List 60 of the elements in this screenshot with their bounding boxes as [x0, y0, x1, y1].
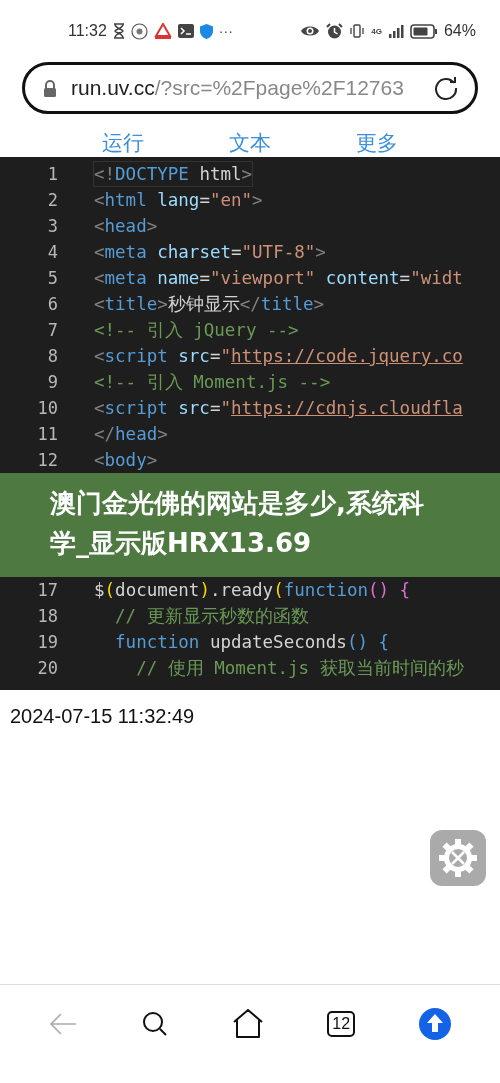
- code-line: <script src="https://cdnjs.cloudfla: [94, 397, 463, 420]
- battery-icon: [409, 23, 438, 39]
- code-line: <meta name="viewport" content="widt: [94, 267, 463, 290]
- network-type: 4G: [371, 26, 382, 36]
- line-number: 12: [36, 450, 58, 470]
- title-banner: 澳门金光佛的网站是多少,系统科学_显示版HRX13.69: [0, 473, 500, 577]
- code-line: <html lang="en">: [94, 189, 263, 212]
- shield-icon: [199, 23, 213, 39]
- toolbar-tab[interactable]: 更多: [351, 128, 402, 157]
- triangle-icon: [153, 23, 172, 39]
- code-line: <!DOCTYPE html>: [94, 162, 253, 186]
- line-number: 6: [46, 294, 58, 314]
- line-number: 1: [46, 164, 58, 184]
- line-number: 4: [46, 242, 58, 262]
- code-line: <meta charset="UTF-8">: [94, 241, 326, 264]
- upload-button[interactable]: [418, 1007, 453, 1041]
- search-button[interactable]: [140, 1010, 169, 1038]
- line-number: 11: [36, 424, 58, 444]
- code-line: // 更新显示秒数的函数: [114, 605, 309, 628]
- code-line: <body>: [94, 449, 158, 472]
- line-number: 10: [36, 398, 58, 418]
- battery-percent: 64%: [443, 22, 476, 40]
- home-button[interactable]: [231, 1009, 264, 1039]
- line-number: 9: [46, 372, 58, 392]
- settings-icon: [436, 836, 480, 880]
- code-line: <script src="https://code.jquery.co: [94, 345, 463, 368]
- line-number: 18: [36, 606, 58, 626]
- code-line: $(document).ready(function() {: [94, 579, 411, 602]
- terminal-icon: [177, 24, 194, 38]
- line-number: 17: [36, 580, 58, 600]
- line-number: 3: [46, 216, 58, 236]
- url-text: run.uv.cc/?src=%2Fpage%2F12763: [71, 76, 405, 100]
- code-line: function updateSeconds() {: [114, 631, 390, 654]
- code-line: </head>: [94, 423, 168, 446]
- line-number: 5: [46, 268, 58, 288]
- line-number: 19: [36, 632, 58, 652]
- signal-icon: [387, 24, 404, 38]
- vibrate-icon: [349, 23, 366, 39]
- code-line: <!-- 引入 Moment.js -->: [94, 371, 331, 394]
- address-bar[interactable]: run.uv.cc/?src=%2Fpage%2F12763: [22, 62, 478, 114]
- badge-icon: [130, 22, 148, 40]
- output-text: 2024-07-15 11:32:49: [9, 704, 196, 729]
- eye-icon: [300, 24, 321, 38]
- alarm-icon: [326, 22, 344, 40]
- code-line: <head>: [94, 215, 158, 238]
- hourglass-icon: [112, 23, 125, 39]
- code-line: // 使用 Moment.js 获取当前时间的秒: [135, 657, 464, 680]
- line-number: 7: [46, 320, 58, 340]
- reload-icon[interactable]: [433, 75, 459, 101]
- line-number: 20: [36, 658, 58, 678]
- toolbar-tab[interactable]: 文本: [225, 128, 275, 157]
- lock-icon: [43, 79, 57, 97]
- line-number: 2: [46, 190, 58, 210]
- more-notifications: ···: [218, 23, 233, 39]
- code-line: <title>秒钟显示</title>: [94, 293, 325, 316]
- line-number: 8: [46, 346, 58, 366]
- clock-time: 11:32: [68, 22, 107, 40]
- toolbar-tab[interactable]: 运行: [98, 128, 149, 157]
- code-line: <!-- 引入 jQuery -->: [94, 319, 299, 342]
- tabs-button[interactable]: 12: [327, 1011, 356, 1037]
